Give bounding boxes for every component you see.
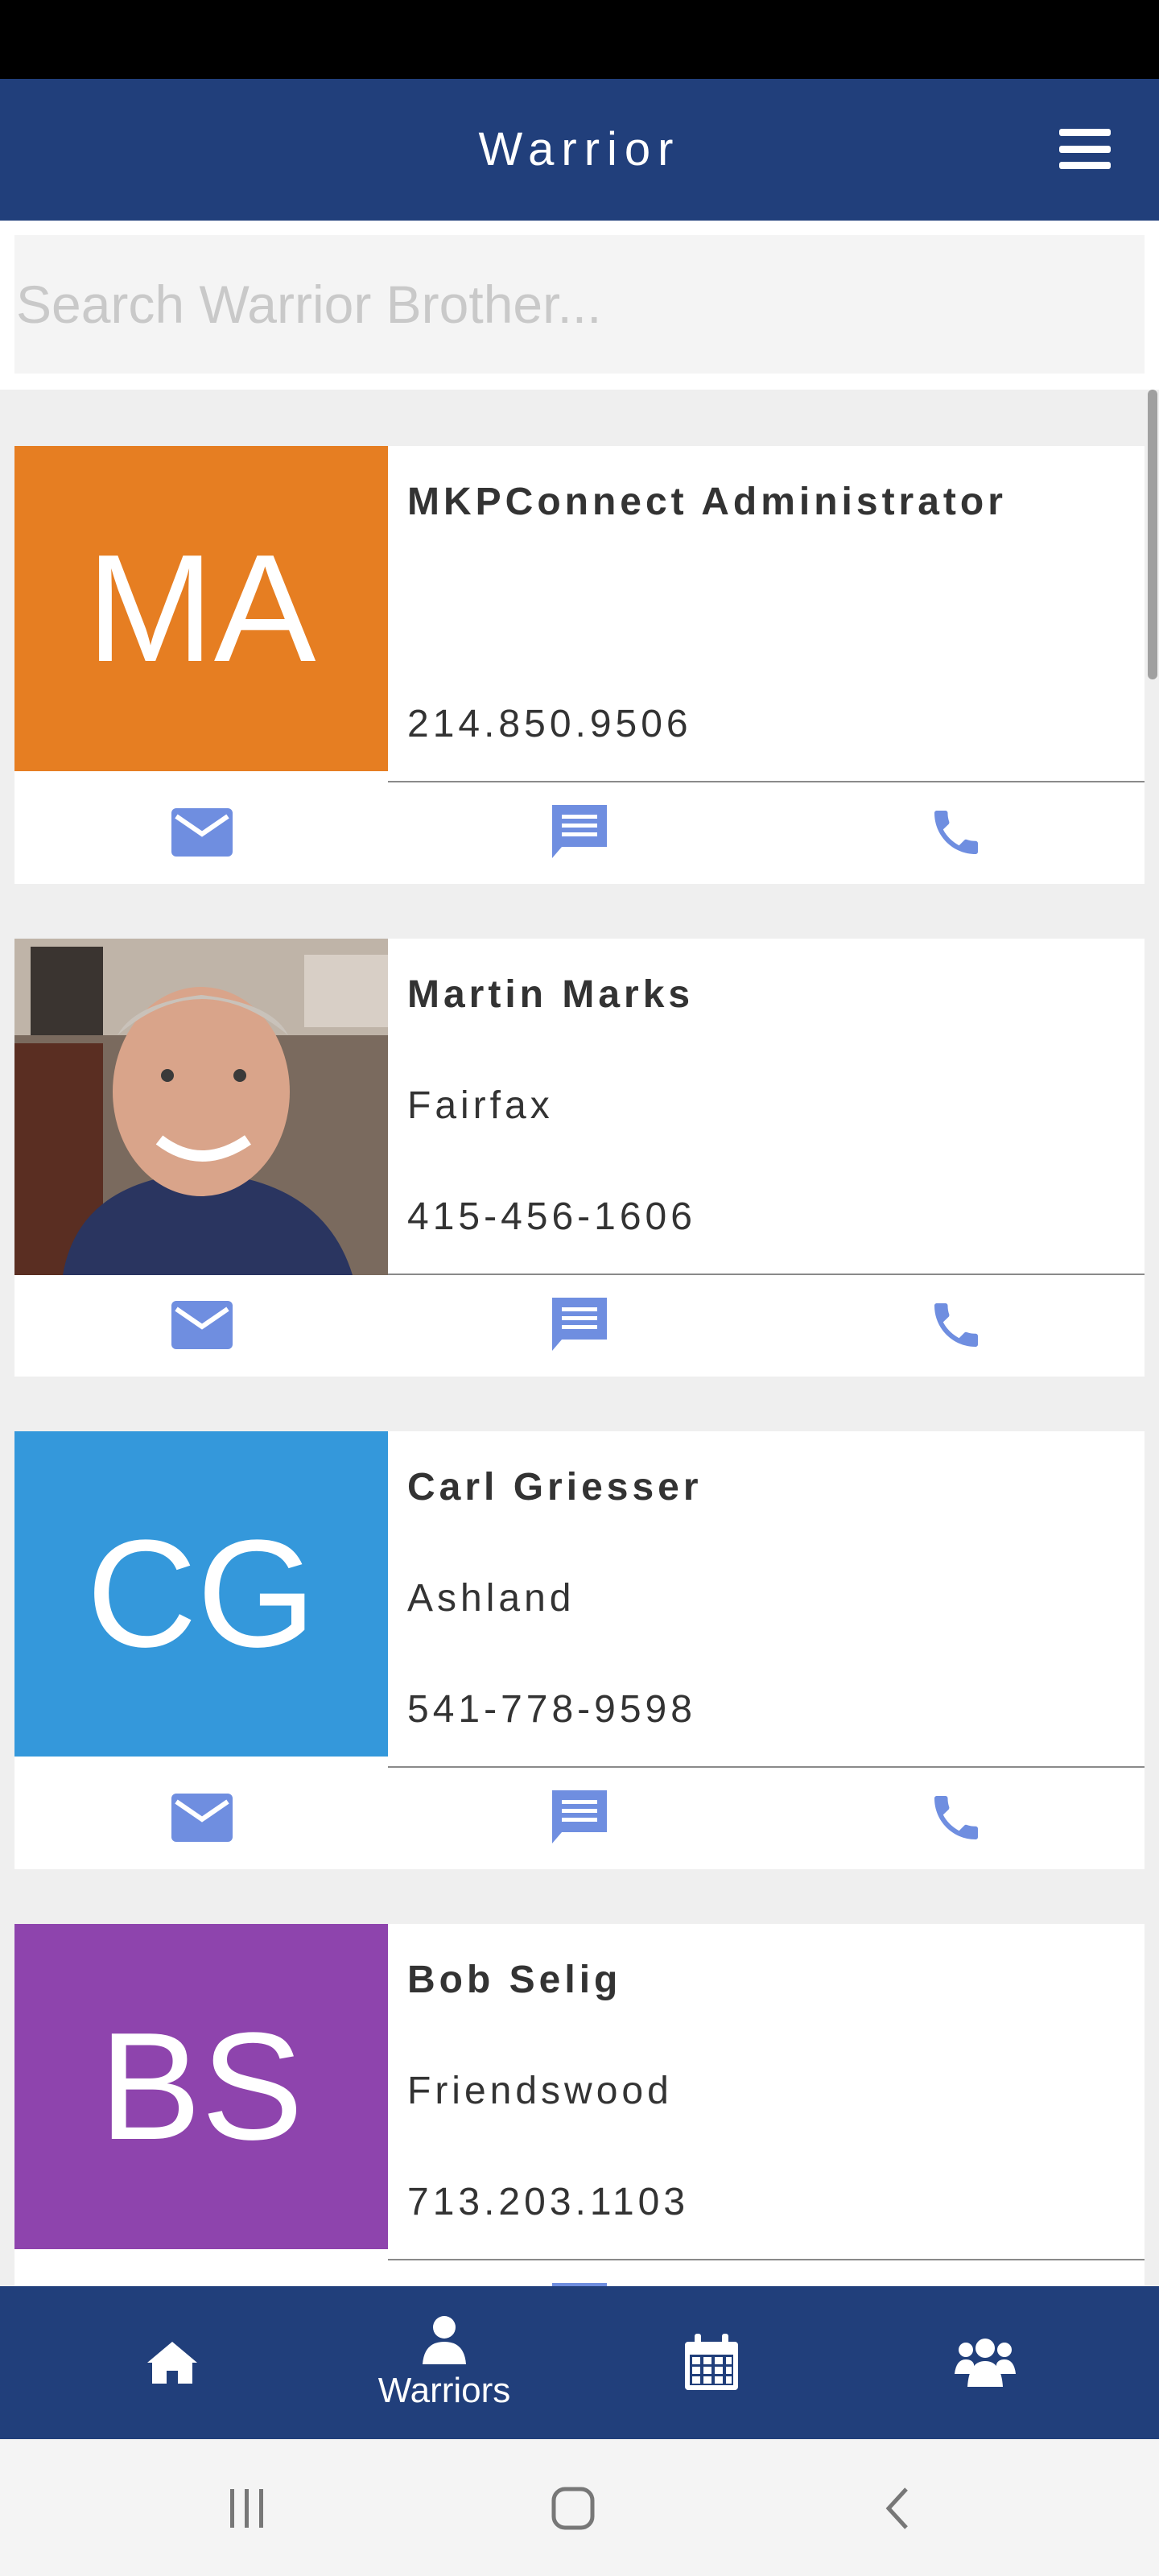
email-icon bbox=[171, 1301, 233, 1349]
message-button[interactable] bbox=[547, 800, 612, 865]
contact-info: Martin Marks Fairfax 415-456-1606 bbox=[388, 939, 1145, 1275]
contact-info: Bob Selig Friendswood 713.203.1103 bbox=[388, 1924, 1145, 2260]
contact-card[interactable]: Martin Marks Fairfax 415-456-1606 bbox=[14, 939, 1145, 1377]
contact-name: Bob Selig bbox=[407, 1959, 622, 2001]
avatar-initials: MA bbox=[14, 446, 388, 771]
email-icon bbox=[171, 808, 233, 857]
back-system-button[interactable] bbox=[876, 2484, 924, 2533]
email-button[interactable] bbox=[170, 800, 234, 865]
contact-actions bbox=[14, 1768, 1145, 1869]
call-button[interactable] bbox=[924, 1293, 988, 1357]
phone-icon bbox=[934, 1796, 978, 1839]
page-title: Warrior bbox=[478, 123, 681, 175]
contact-city: Friendswood bbox=[407, 2070, 673, 2112]
contact-info: MKPConnect Administrator 214.850.9506 bbox=[388, 446, 1145, 782]
group-icon bbox=[955, 2339, 1016, 2387]
email-button[interactable] bbox=[170, 1785, 234, 1850]
contact-phone: 713.203.1103 bbox=[407, 2181, 690, 2223]
contact-name: Martin Marks bbox=[407, 973, 695, 1016]
contact-actions bbox=[14, 1275, 1145, 1377]
profile-photo bbox=[14, 939, 388, 1275]
search-bar bbox=[0, 221, 1159, 390]
contact-card[interactable]: CG Carl Griesser Ashland 541-778-9598 bbox=[14, 1431, 1145, 1869]
recent-apps-button[interactable] bbox=[222, 2484, 270, 2533]
home-icon bbox=[147, 2342, 197, 2384]
scrollbar-thumb[interactable] bbox=[1148, 390, 1157, 679]
contact-phone: 541-778-9598 bbox=[407, 1688, 696, 1731]
message-icon bbox=[552, 1790, 607, 1843]
contact-name: Carl Griesser bbox=[407, 1466, 703, 1509]
message-icon bbox=[552, 1298, 607, 1351]
hamburger-menu-icon[interactable] bbox=[1059, 129, 1111, 169]
app-bar: Warrior bbox=[0, 79, 1159, 221]
phone-icon bbox=[934, 811, 978, 854]
nav-item-warriors[interactable]: Warriors bbox=[340, 2286, 549, 2439]
contact-city: Ashland bbox=[407, 1577, 575, 1620]
message-icon bbox=[552, 805, 607, 858]
back-icon bbox=[885, 2487, 908, 2529]
user-icon bbox=[423, 2316, 466, 2364]
message-button[interactable] bbox=[547, 1293, 612, 1357]
call-button[interactable] bbox=[924, 1785, 988, 1850]
call-button[interactable] bbox=[924, 800, 988, 865]
recent-apps-icon bbox=[230, 2489, 263, 2528]
contact-card[interactable]: MA MKPConnect Administrator 214.850.9506 bbox=[14, 446, 1145, 884]
avatar-initials: CG bbox=[14, 1431, 388, 1757]
system-nav-bar bbox=[0, 2439, 1159, 2576]
nav-label-warriors: Warriors bbox=[377, 2371, 511, 2410]
contact-name: MKPConnect Administrator bbox=[407, 481, 1007, 523]
contact-actions bbox=[14, 782, 1145, 884]
phone-icon bbox=[934, 1303, 978, 1347]
nav-item-groups[interactable] bbox=[881, 2286, 1090, 2439]
email-icon bbox=[171, 1794, 233, 1842]
contact-city: Fairfax bbox=[407, 1084, 554, 1127]
home-system-button[interactable] bbox=[549, 2484, 597, 2533]
nav-item-calendar[interactable] bbox=[607, 2286, 816, 2439]
avatar-initials: BS bbox=[14, 1924, 388, 2249]
search-input[interactable] bbox=[14, 235, 1145, 374]
home-square-icon bbox=[551, 2487, 595, 2530]
status-bar bbox=[0, 0, 1159, 79]
email-button[interactable] bbox=[170, 1293, 234, 1357]
calendar-icon bbox=[685, 2334, 738, 2390]
nav-item-home[interactable] bbox=[68, 2286, 277, 2439]
message-button[interactable] bbox=[547, 1785, 612, 1850]
avatar-photo bbox=[14, 939, 388, 1275]
contact-phone: 415-456-1606 bbox=[407, 1195, 696, 1238]
bottom-nav: Warriors bbox=[0, 2286, 1159, 2439]
contact-phone: 214.850.9506 bbox=[407, 703, 692, 745]
contact-info: Carl Griesser Ashland 541-778-9598 bbox=[388, 1431, 1145, 1768]
